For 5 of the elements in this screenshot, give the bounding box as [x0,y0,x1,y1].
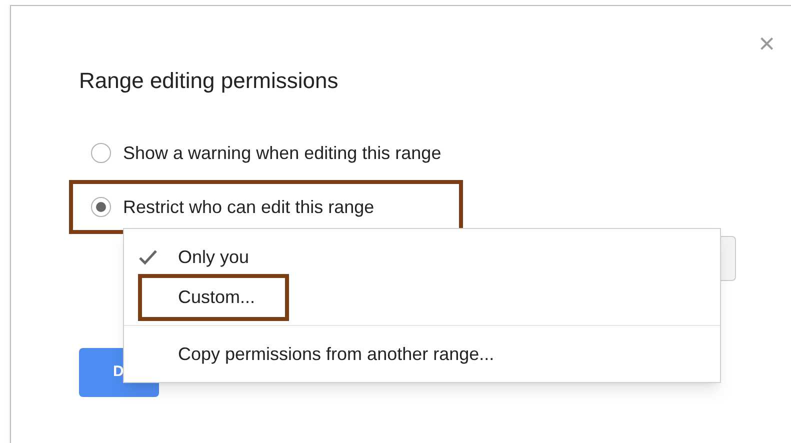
option-label[interactable]: Show a warning when editing this range [123,140,442,166]
menu-item[interactable]: Custom... [138,274,290,320]
radio-button[interactable] [91,197,111,217]
radio-button[interactable] [91,143,111,163]
dialog-title: Range editing permissions [79,67,338,95]
